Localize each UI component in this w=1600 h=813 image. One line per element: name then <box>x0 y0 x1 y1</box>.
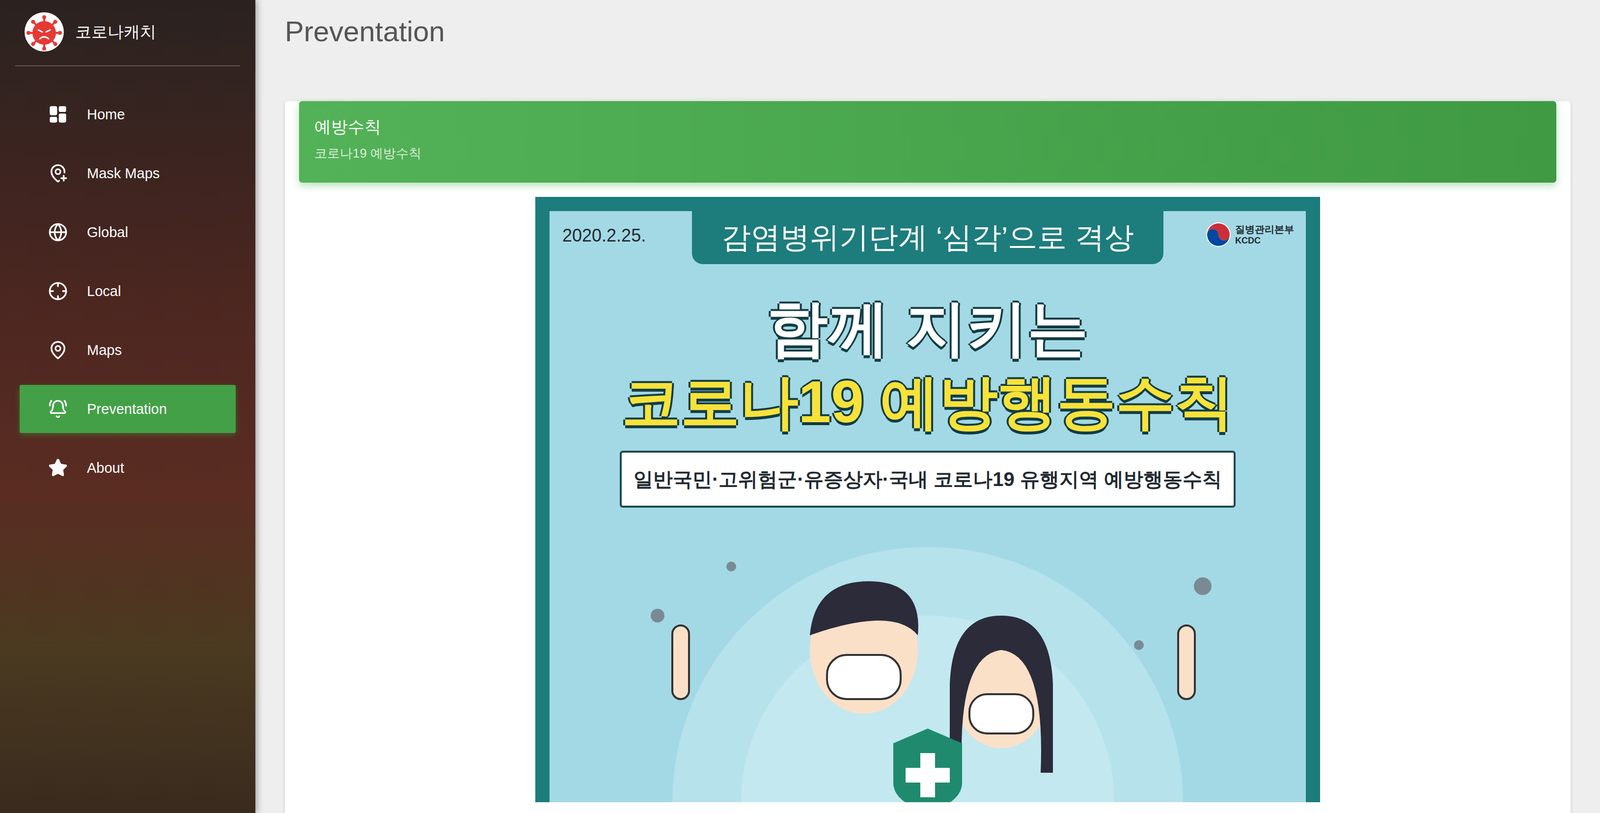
sidebar-item-label: Preventation <box>86 399 167 419</box>
poster-agency: 질병관리본부KCDC <box>1163 211 1306 248</box>
app: 코로나캐치 Home Mask Maps Global Local Maps Prevent… <box>0 0 1600 813</box>
poster-top-row: 2020.2.25.감염병위기단계 ‘심각’으로 격상질병관리본부KCDC <box>549 211 1306 265</box>
sidebar-item[interactable]: About <box>19 443 236 493</box>
sidebar-item-label: Local <box>86 281 121 302</box>
crosshair-icon <box>48 281 68 302</box>
poster-subtitle: 일반국민·고위험군·유증상자·국내 코로나19 유행지역 예방행동수칙 <box>619 450 1236 508</box>
poster-body: 2020.2.25.감염병위기단계 ‘심각’으로 격상질병관리본부KCDC함께 … <box>549 211 1306 803</box>
bell-icon <box>48 399 68 419</box>
sidebar-item-label: Mask Maps <box>86 163 160 184</box>
sidebar-menu: Home Mask Maps Global Local Maps Preventation… <box>0 66 256 493</box>
agency-name-en: KCDC <box>1235 235 1295 247</box>
dashboard-icon <box>48 104 68 125</box>
sidebar-item[interactable]: Preventation <box>19 385 236 434</box>
sidebar-item[interactable]: Mask Maps <box>19 149 236 198</box>
sidebar-divider <box>15 65 241 67</box>
poster-date: 2020.2.25. <box>549 211 692 247</box>
page-title: Preventation <box>284 0 1571 51</box>
sidebar-item-label: Global <box>86 222 129 243</box>
kcdc-emblem-icon <box>1205 221 1232 248</box>
card-header: 예방수칙코로나19 예방수칙 <box>299 101 1557 183</box>
globe-icon <box>48 222 68 243</box>
brand-name: 코로나캐치 <box>75 21 157 43</box>
virus-logo-icon <box>24 12 64 52</box>
sidebar-item[interactable]: Home <box>19 90 236 139</box>
poster-title: 코로나19 예방행동수칙 <box>621 367 1235 437</box>
sidebar-item[interactable]: Local <box>19 267 236 316</box>
card: 예방수칙코로나19 예방수칙 2020.2.25.감염병위기단계 ‘심각’으로 격… <box>284 101 1571 813</box>
main-content: Preventation 예방수칙코로나19 예방수칙 2020.2.25.감염병위… <box>255 0 1600 813</box>
star-icon <box>48 458 68 478</box>
brand[interactable]: 코로나캐치 <box>0 0 256 66</box>
sidebar: 코로나캐치 Home Mask Maps Global Local Maps Prevent… <box>0 0 256 813</box>
poster: 2020.2.25.감염병위기단계 ‘심각’으로 격상질병관리본부KCDC함께 … <box>535 196 1321 803</box>
agency-name: 질병관리본부 <box>1235 223 1295 236</box>
map-pin-plus-icon <box>48 163 68 184</box>
poster-headline: 함께 지키는 <box>767 293 1089 363</box>
poster-banner: 감염병위기단계 ‘심각’으로 격상 <box>691 211 1164 265</box>
card-title: 예방수칙 <box>314 115 1542 138</box>
sidebar-item-label: About <box>86 458 125 478</box>
map-pin-icon <box>48 340 68 360</box>
sidebar-item[interactable]: Global <box>19 208 236 257</box>
sidebar-item-label: Maps <box>86 340 122 360</box>
card-subtitle: 코로나19 예방수칙 <box>314 144 1542 163</box>
sidebar-item-label: Home <box>86 104 125 125</box>
sidebar-item[interactable]: Maps <box>19 326 236 375</box>
people-illustration-icon <box>549 527 1306 803</box>
